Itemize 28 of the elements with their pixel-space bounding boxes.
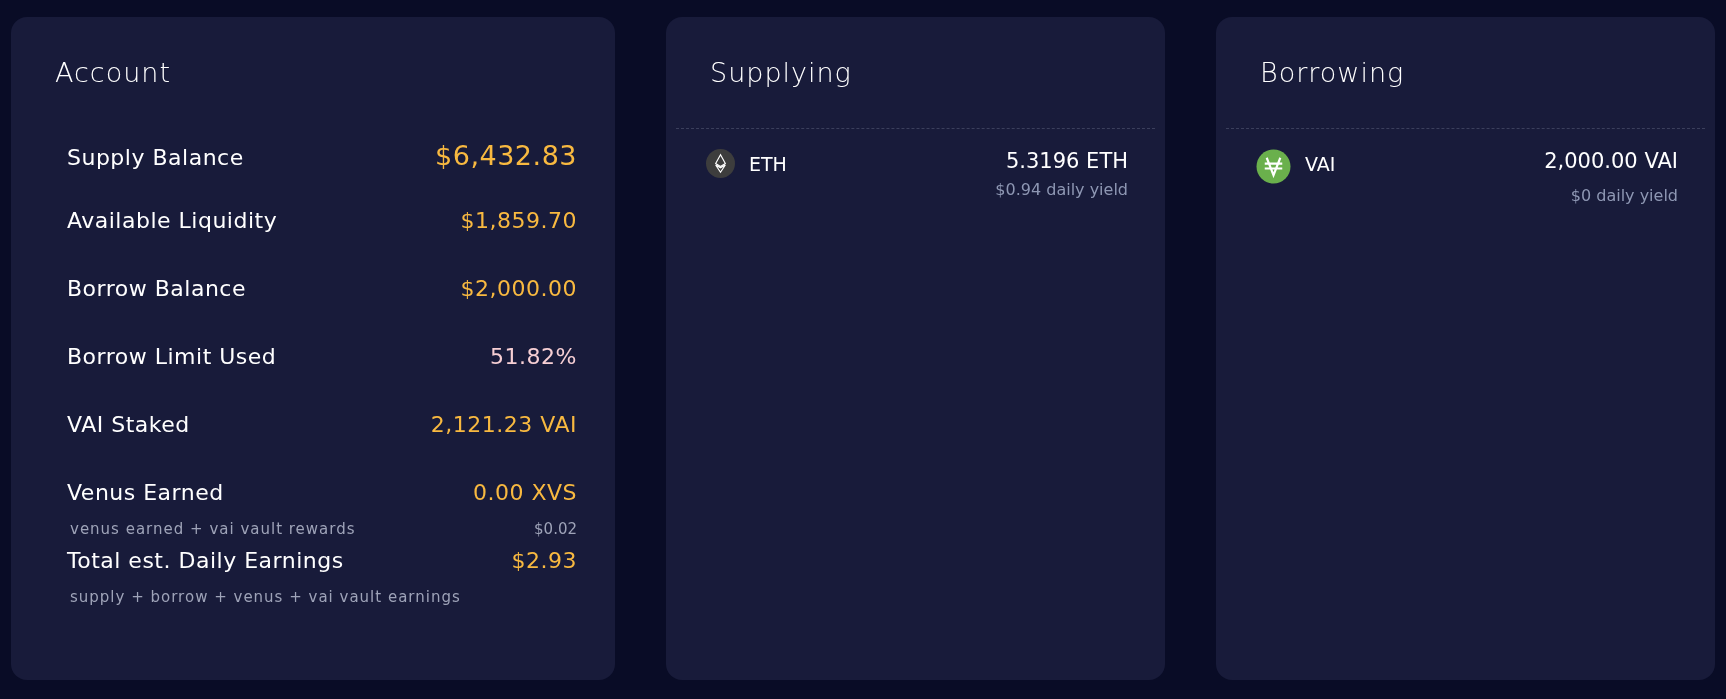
asset-amount: 5.3196 ETH (1005, 149, 1128, 175)
stat-value: $2.93 (511, 548, 577, 573)
stat-label: Borrow Balance (67, 276, 247, 301)
stat-value: 0.00 XVS (472, 480, 577, 505)
asset-symbol[interactable]: VAI (1305, 153, 1531, 175)
card-title: Supplying (710, 57, 852, 88)
stat-label: Supply Balance (67, 145, 245, 170)
stat-value: $1,859.70 (460, 208, 577, 233)
stat-value: $2,000.00 (460, 276, 577, 301)
card-title: Account (55, 57, 171, 88)
stat-value: $6,432.83 (435, 140, 577, 171)
stat-value: 51.82% (490, 344, 577, 369)
stat-label: Available Liquidity (67, 208, 279, 233)
asset-symbol[interactable]: ETH (749, 153, 982, 175)
vai-coin-icon (1256, 149, 1291, 184)
stat-label: Borrow Limit Used (67, 344, 278, 369)
stat-label: Venus Earned (67, 480, 225, 505)
stat-note: venus earned + vai vault rewards (69, 519, 357, 538)
stat-label: VAI Staked (67, 412, 191, 437)
stat-note: supply + borrow + venus + vai vault earnings (69, 587, 462, 606)
card-title: Borrowing (1260, 57, 1405, 88)
ethereum-icon (706, 149, 735, 178)
daily-yield: $0 daily yield (1570, 186, 1678, 205)
asset-amount: 2,000.00 VAI (1544, 149, 1678, 175)
stat-value: 2,121.23 VAI (430, 412, 577, 437)
daily-yield: $0.94 daily yield (995, 180, 1128, 199)
stat-subvalue: $0.02 (534, 519, 577, 538)
stat-label: Total est. Daily Earnings (67, 548, 345, 573)
